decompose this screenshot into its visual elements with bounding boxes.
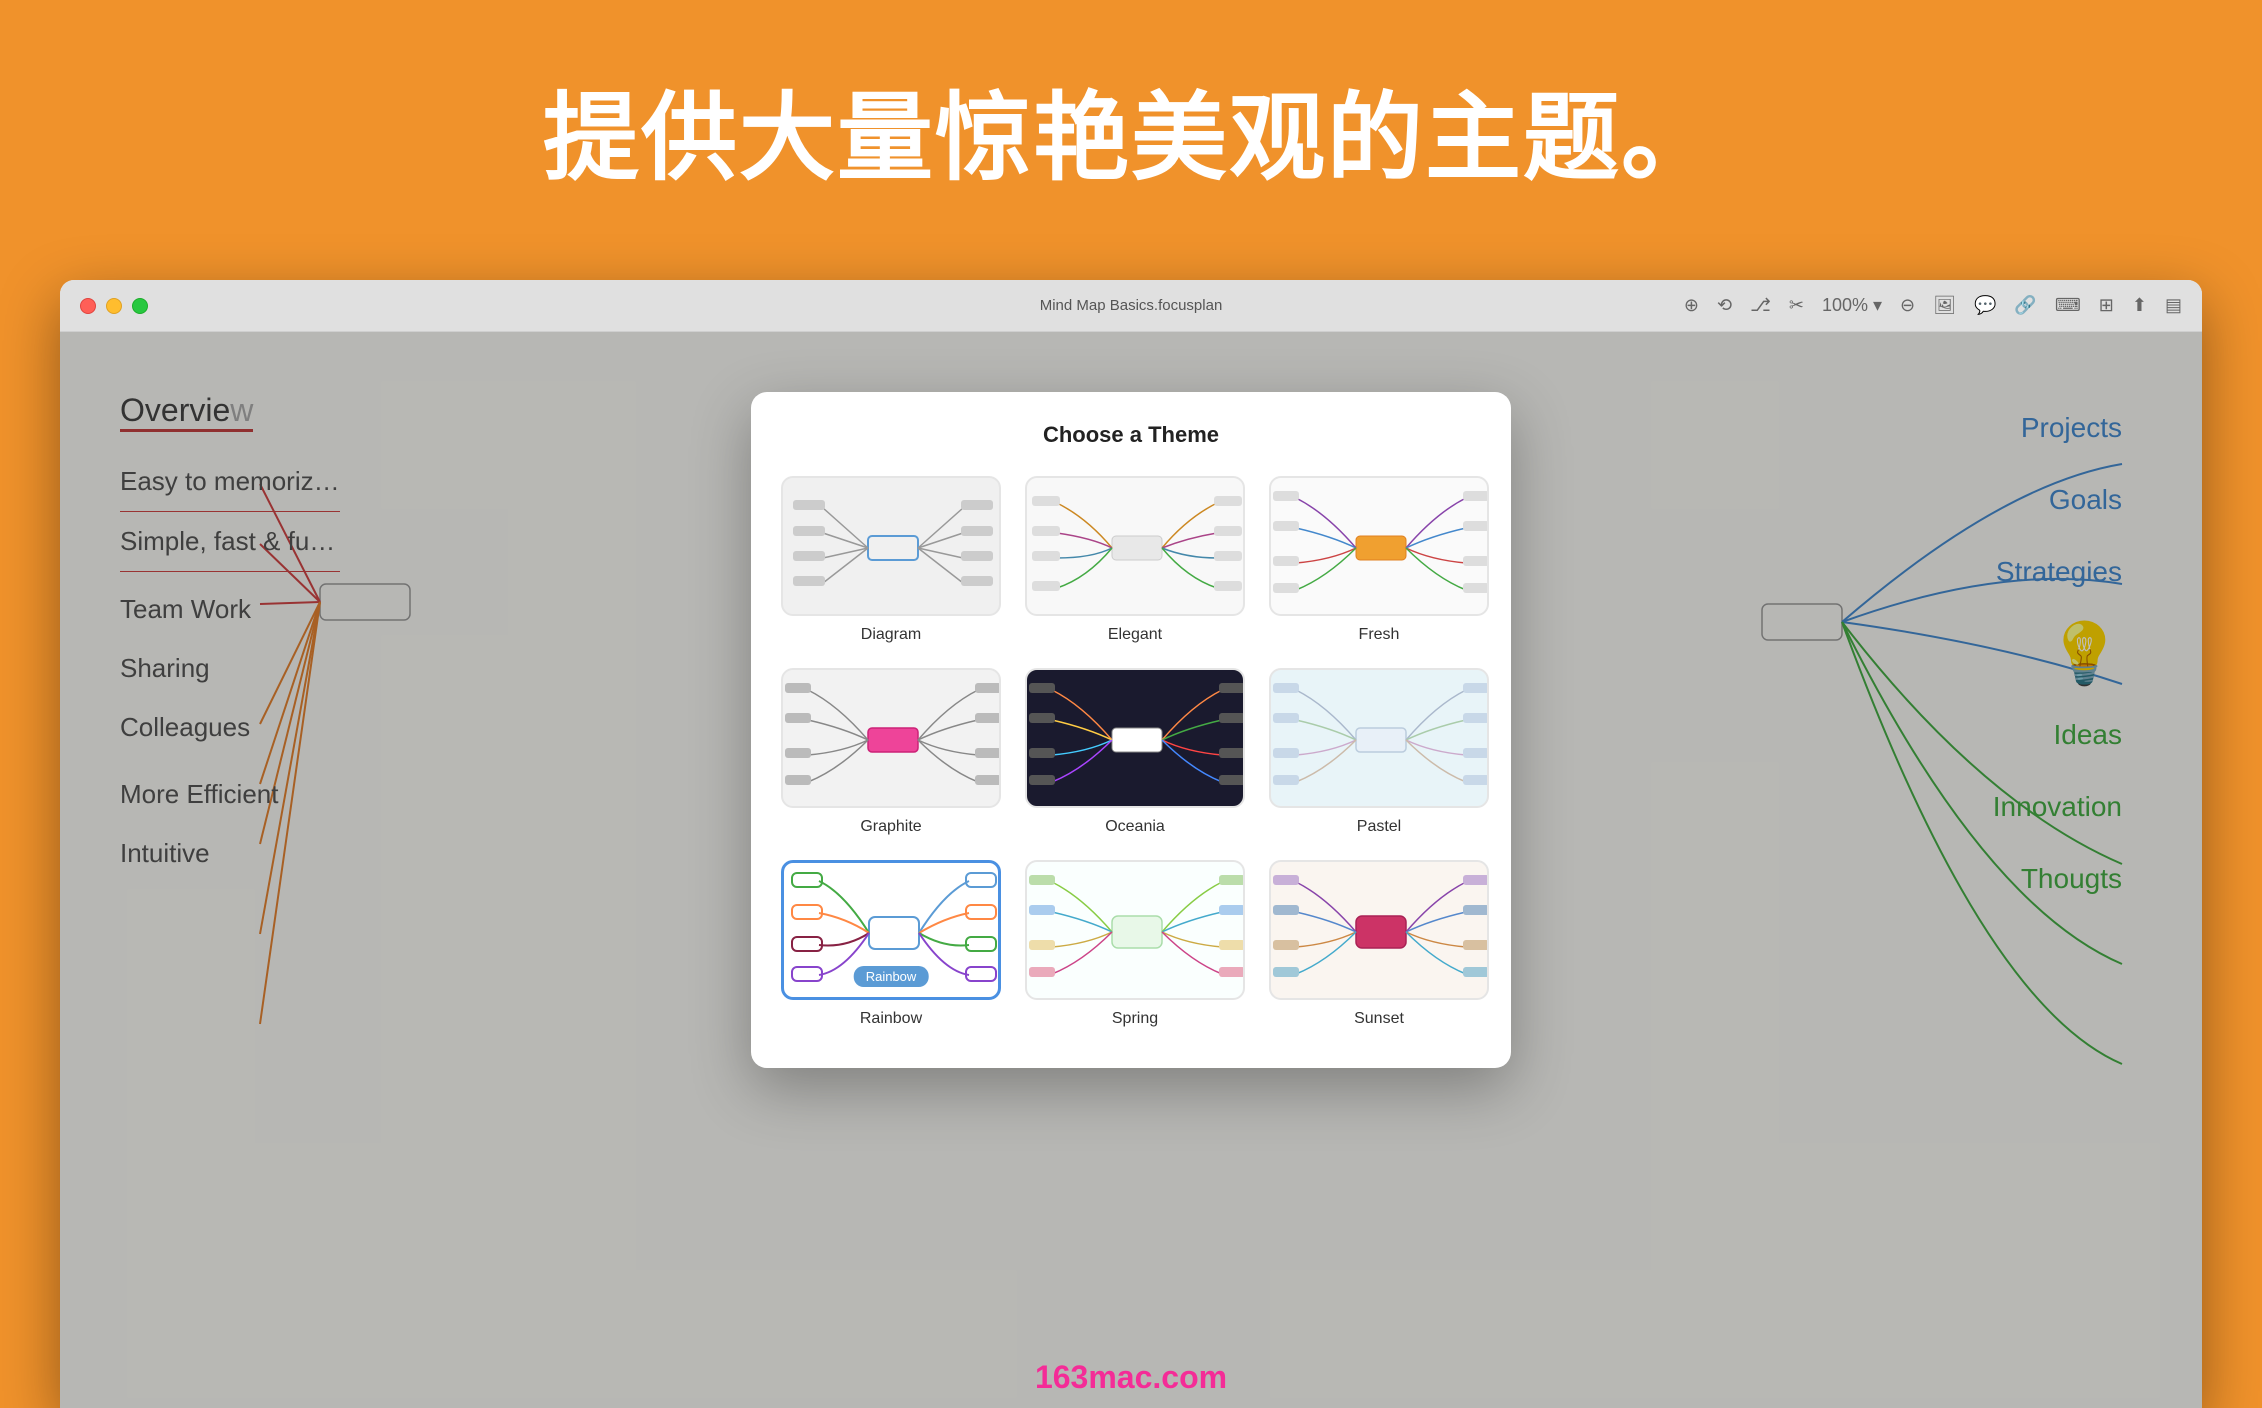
elegant-preview-svg (1027, 478, 1245, 616)
theme-preview-elegant[interactable] (1025, 476, 1245, 616)
modal-title: Choose a Theme (781, 422, 1481, 448)
theme-label-sunset: Sunset (1354, 1010, 1404, 1028)
titlebar: Mind Map Basics.focusplan ⊕ ⟲ ⎇ ✂ 100% ▾… (60, 280, 2202, 332)
traffic-lights (80, 298, 148, 314)
watermark: 163mac.com (1035, 1359, 1227, 1396)
minimize-button[interactable] (106, 298, 122, 314)
window-title: Mind Map Basics.focusplan (1040, 297, 1223, 314)
theme-preview-diagram[interactable] (781, 476, 1001, 616)
theme-label-oceania: Oceania (1105, 818, 1165, 836)
grid-icon[interactable]: ⊞ (2099, 295, 2114, 316)
mac-window: Mind Map Basics.focusplan ⊕ ⟲ ⎇ ✂ 100% ▾… (60, 280, 2202, 1408)
graphite-preview-svg (783, 670, 1001, 808)
theme-preview-graphite[interactable] (781, 668, 1001, 808)
hierarchy-icon[interactable]: ⎇ (1750, 295, 1771, 316)
theme-item-elegant: Elegant (1025, 476, 1245, 644)
theme-preview-spring[interactable] (1025, 860, 1245, 1000)
sidebar-icon[interactable]: ▤ (2165, 295, 2182, 316)
theme-preview-oceania[interactable] (1025, 668, 1245, 808)
comment-icon[interactable]: 💬 (1974, 295, 1996, 316)
toolbar-icons: ⊕ ⟲ ⎇ ✂ 100% ▾ ⊖ 🖼 💬 🔗 ⌨ ⊞ ⬆ ▤ (1684, 295, 2182, 316)
zoom-label[interactable]: 100% ▾ (1822, 295, 1882, 316)
page-background: 提供大量惊艳美观的主题。 (0, 0, 2262, 259)
mind-map-area: Overview Easy to memoriz… Simple, fast &… (60, 332, 2202, 1408)
theme-item-pastel: Pastel (1269, 668, 1489, 836)
share-icon[interactable]: ⬆ (2132, 295, 2147, 316)
themes-grid: Diagram (781, 476, 1481, 1028)
theme-preview-rainbow[interactable]: Rainbow (781, 860, 1001, 1000)
oceania-preview-svg (1027, 670, 1245, 808)
theme-item-graphite: Graphite (781, 668, 1001, 836)
fullscreen-button[interactable] (132, 298, 148, 314)
theme-preview-fresh[interactable] (1269, 476, 1489, 616)
theme-item-rainbow: Rainbow Rainbow (781, 860, 1001, 1028)
pastel-preview-svg (1271, 670, 1489, 808)
scissors-icon[interactable]: ✂ (1789, 295, 1804, 316)
fresh-preview-svg (1271, 478, 1489, 616)
page-title: 提供大量惊艳美观的主题。 (0, 0, 2262, 259)
sunset-preview-svg (1271, 862, 1489, 1000)
theme-label-diagram: Diagram (861, 626, 921, 644)
theme-chooser-modal: Choose a Theme (751, 392, 1511, 1068)
theme-item-diagram: Diagram (781, 476, 1001, 644)
theme-preview-pastel[interactable] (1269, 668, 1489, 808)
theme-label-pastel: Pastel (1357, 818, 1401, 836)
theme-label-graphite: Graphite (860, 818, 921, 836)
theme-preview-sunset[interactable] (1269, 860, 1489, 1000)
theme-label-spring: Spring (1112, 1010, 1158, 1028)
theme-item-oceania: Oceania (1025, 668, 1245, 836)
close-button[interactable] (80, 298, 96, 314)
theme-label-elegant: Elegant (1108, 626, 1162, 644)
add-node-icon[interactable]: ⊕ (1684, 295, 1699, 316)
spring-preview-svg (1027, 862, 1245, 1000)
keyboard-icon[interactable]: ⌨ (2055, 295, 2081, 316)
diagram-preview-svg (783, 478, 1001, 616)
theme-item-fresh: Fresh (1269, 476, 1489, 644)
theme-item-spring: Spring (1025, 860, 1245, 1028)
modal-overlay: Choose a Theme (60, 332, 2202, 1408)
theme-label-rainbow: Rainbow (860, 1010, 922, 1028)
theme-label-fresh: Fresh (1359, 626, 1400, 644)
theme-item-sunset: Sunset (1269, 860, 1489, 1028)
link-icon[interactable]: ⟲ (1717, 295, 1732, 316)
zoom-out-icon[interactable]: ⊖ (1900, 295, 1915, 316)
link2-icon[interactable]: 🔗 (2014, 295, 2036, 316)
rainbow-selected-badge: Rainbow (854, 966, 929, 987)
image-icon[interactable]: 🖼 (1933, 295, 1956, 316)
